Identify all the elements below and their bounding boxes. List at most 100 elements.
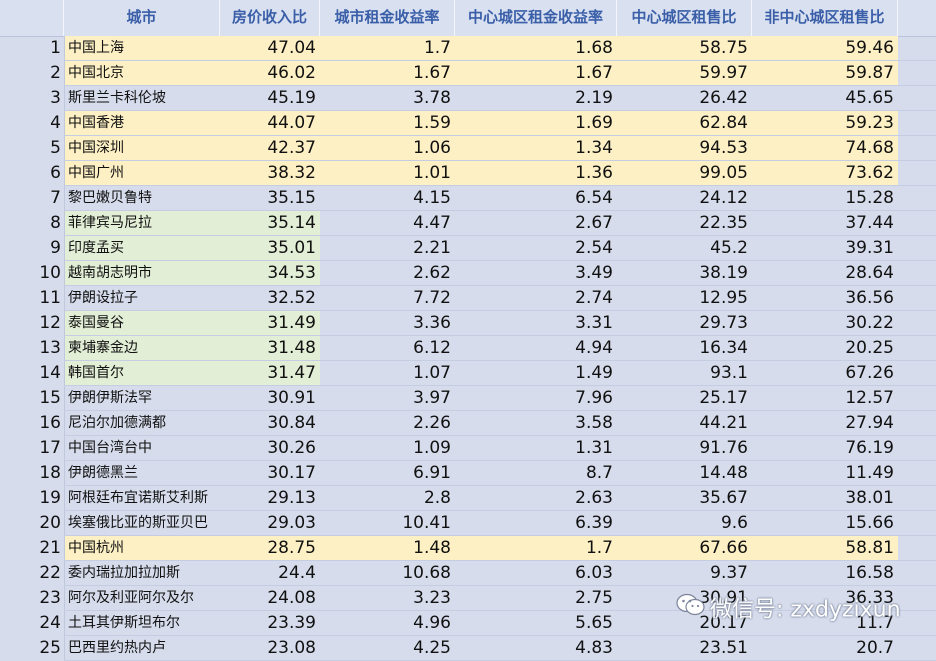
cell-value[interactable]: 3.49	[455, 261, 617, 286]
cell-value[interactable]: 59.23	[752, 111, 898, 136]
cell-value[interactable]: 2.26	[320, 411, 455, 436]
cell-value[interactable]: 28.64	[752, 261, 898, 286]
row-number[interactable]: 2	[0, 61, 64, 86]
cell-value[interactable]: 1.07	[320, 361, 455, 386]
cell-city[interactable]: 委内瑞拉加拉加斯	[64, 561, 220, 586]
cell-value[interactable]: 93.1	[617, 361, 752, 386]
cell-value[interactable]: 1.36	[455, 161, 617, 186]
cell-value[interactable]: 30.91	[220, 386, 320, 411]
cell-value[interactable]: 2.67	[455, 211, 617, 236]
cell-value[interactable]: 4.47	[320, 211, 455, 236]
table-row[interactable]: 1 中国上海 47.04 1.7 1.68 58.75 59.46	[0, 36, 936, 61]
cell-value[interactable]: 6.91	[320, 461, 455, 486]
row-number[interactable]: 16	[0, 411, 64, 436]
cell-value[interactable]: 59.87	[752, 61, 898, 86]
cell-value[interactable]: 6.12	[320, 336, 455, 361]
cell-city[interactable]: 伊朗伊斯法罕	[64, 386, 220, 411]
cell-value[interactable]: 2.74	[455, 286, 617, 311]
row-number[interactable]: 5	[0, 136, 64, 161]
cell-value[interactable]: 6.03	[455, 561, 617, 586]
cell-city[interactable]: 尼泊尔加德满都	[64, 411, 220, 436]
cell-value[interactable]: 39.31	[752, 236, 898, 261]
row-number[interactable]: 19	[0, 486, 64, 511]
table-row[interactable]: 16 尼泊尔加德满都 30.84 2.26 3.58 44.21 27.94	[0, 411, 936, 436]
cell-value[interactable]: 38.01	[752, 486, 898, 511]
row-number[interactable]: 14	[0, 361, 64, 386]
cell-value[interactable]: 31.48	[220, 336, 320, 361]
cell-value[interactable]: 36.56	[752, 286, 898, 311]
cell-value[interactable]: 7.96	[455, 386, 617, 411]
cell-value[interactable]: 7.72	[320, 286, 455, 311]
table-row[interactable]: 3 斯里兰卡科伦坡 45.19 3.78 2.19 26.42 45.65	[0, 86, 936, 111]
cell-value[interactable]: 37.44	[752, 211, 898, 236]
cell-value[interactable]: 23.51	[617, 636, 752, 661]
cell-value[interactable]: 2.63	[455, 486, 617, 511]
cell-value[interactable]: 35.01	[220, 236, 320, 261]
cell-value[interactable]: 2.21	[320, 236, 455, 261]
cell-value[interactable]: 1.34	[455, 136, 617, 161]
column-header-3[interactable]: 城市租金收益率	[320, 0, 455, 36]
table-row[interactable]: 11 伊朗设拉子 32.52 7.72 2.74 12.95 36.56	[0, 286, 936, 311]
cell-value[interactable]: 5.65	[455, 611, 617, 636]
cell-value[interactable]: 46.02	[220, 61, 320, 86]
cell-city[interactable]: 伊朗设拉子	[64, 286, 220, 311]
cell-value[interactable]: 3.58	[455, 411, 617, 436]
cell-value[interactable]: 59.46	[752, 36, 898, 61]
table-row[interactable]: 2 中国北京 46.02 1.67 1.67 59.97 59.87	[0, 61, 936, 86]
table-row[interactable]: 14 韩国首尔 31.47 1.07 1.49 93.1 67.26	[0, 361, 936, 386]
cell-value[interactable]: 1.7	[455, 536, 617, 561]
table-row[interactable]: 21 中国杭州 28.75 1.48 1.7 67.66 58.81	[0, 536, 936, 561]
row-number[interactable]: 7	[0, 186, 64, 211]
table-row[interactable]: 22 委内瑞拉加拉加斯 24.4 10.68 6.03 9.37 16.58	[0, 561, 936, 586]
cell-city[interactable]: 泰国曼谷	[64, 311, 220, 336]
cell-value[interactable]: 4.15	[320, 186, 455, 211]
cell-value[interactable]: 1.09	[320, 436, 455, 461]
row-number[interactable]: 4	[0, 111, 64, 136]
cell-value[interactable]: 2.19	[455, 86, 617, 111]
cell-city[interactable]: 菲律宾马尼拉	[64, 211, 220, 236]
cell-value[interactable]: 30.17	[220, 461, 320, 486]
cell-value[interactable]: 1.59	[320, 111, 455, 136]
cell-value[interactable]: 15.28	[752, 186, 898, 211]
cell-value[interactable]: 1.69	[455, 111, 617, 136]
cell-value[interactable]: 26.42	[617, 86, 752, 111]
cell-value[interactable]: 24.08	[220, 586, 320, 611]
cell-value[interactable]: 1.01	[320, 161, 455, 186]
cell-value[interactable]: 3.78	[320, 86, 455, 111]
table-row[interactable]: 17 中国台湾台中 30.26 1.09 1.31 91.76 76.19	[0, 436, 936, 461]
cell-value[interactable]: 12.57	[752, 386, 898, 411]
cell-value[interactable]: 15.66	[752, 511, 898, 536]
cell-value[interactable]: 29.73	[617, 311, 752, 336]
cell-value[interactable]: 16.58	[752, 561, 898, 586]
cell-value[interactable]: 44.07	[220, 111, 320, 136]
cell-value[interactable]: 91.76	[617, 436, 752, 461]
row-number[interactable]: 20	[0, 511, 64, 536]
cell-value[interactable]: 44.21	[617, 411, 752, 436]
row-number[interactable]: 15	[0, 386, 64, 411]
cell-city[interactable]: 伊朗德黑兰	[64, 461, 220, 486]
row-number[interactable]: 8	[0, 211, 64, 236]
cell-value[interactable]: 29.13	[220, 486, 320, 511]
cell-value[interactable]: 3.36	[320, 311, 455, 336]
cell-value[interactable]: 62.84	[617, 111, 752, 136]
cell-value[interactable]: 1.31	[455, 436, 617, 461]
cell-value[interactable]: 2.75	[455, 586, 617, 611]
cell-value[interactable]: 22.35	[617, 211, 752, 236]
row-number[interactable]: 13	[0, 336, 64, 361]
cell-city[interactable]: 中国上海	[64, 36, 220, 61]
row-number[interactable]: 10	[0, 261, 64, 286]
column-header-5[interactable]: 中心城区租售比	[617, 0, 752, 36]
cell-value[interactable]: 4.83	[455, 636, 617, 661]
cell-value[interactable]: 10.41	[320, 511, 455, 536]
cell-value[interactable]: 59.97	[617, 61, 752, 86]
cell-value[interactable]: 23.08	[220, 636, 320, 661]
cell-city[interactable]: 中国广州	[64, 161, 220, 186]
table-row[interactable]: 5 中国深圳 42.37 1.06 1.34 94.53 74.68	[0, 136, 936, 161]
cell-value[interactable]: 20.25	[752, 336, 898, 361]
row-number[interactable]: 23	[0, 586, 64, 611]
cell-value[interactable]: 10.68	[320, 561, 455, 586]
cell-value[interactable]: 3.97	[320, 386, 455, 411]
table-row[interactable]: 4 中国香港 44.07 1.59 1.69 62.84 59.23	[0, 111, 936, 136]
cell-value[interactable]: 24.4	[220, 561, 320, 586]
table-row[interactable]: 7 黎巴嫩贝鲁特 35.15 4.15 6.54 24.12 15.28	[0, 186, 936, 211]
